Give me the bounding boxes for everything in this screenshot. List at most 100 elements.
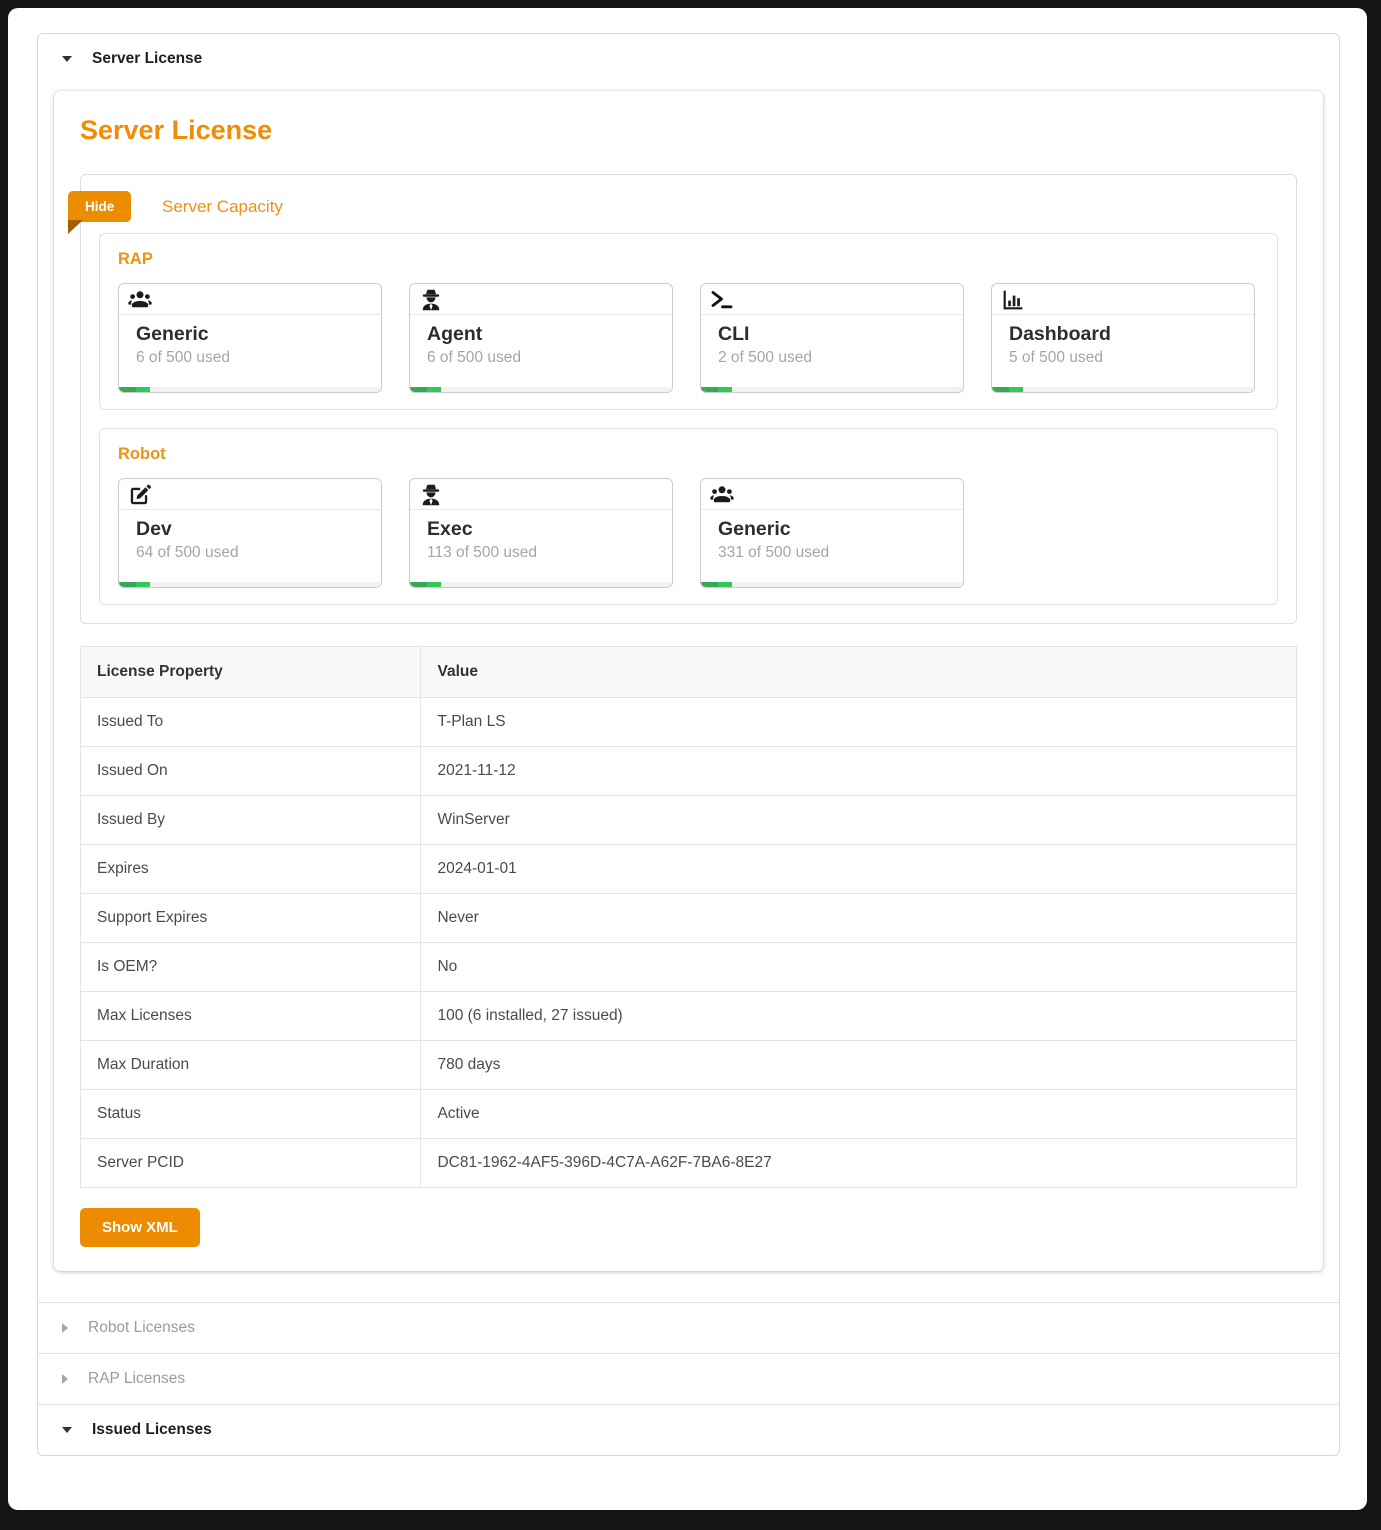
progress-track	[119, 582, 381, 587]
progress-fill	[410, 582, 441, 587]
table-row: Expires 2024-01-01	[81, 845, 1297, 894]
property-cell: Max Duration	[81, 1041, 421, 1090]
card-body: Generic 6 of 500 used	[119, 315, 381, 367]
value-cell: No	[421, 943, 1297, 992]
table-header-row: License Property Value	[81, 647, 1297, 698]
group-title: RAP	[118, 250, 1259, 269]
value-cell: Never	[421, 894, 1297, 943]
progress-track	[701, 387, 963, 392]
server-capacity-panel: Hide Server Capacity RAP	[80, 174, 1297, 624]
card-title: Agent	[427, 321, 655, 347]
progress-track	[410, 582, 672, 587]
capacity-card-rap-dashboard: Dashboard 5 of 500 used	[991, 283, 1255, 393]
capacity-card-robot-exec: Exec 113 of 500 used	[409, 478, 673, 588]
capacity-group-robot: Robot	[99, 428, 1278, 605]
capacity-group-rap: RAP	[99, 233, 1278, 410]
property-cell: Max Licenses	[81, 992, 421, 1041]
card-title: Exec	[427, 516, 655, 542]
accordion-header-issued-licenses[interactable]: Issued Licenses	[38, 1404, 1339, 1455]
capacity-card-rap-agent: Agent 6 of 500 used	[409, 283, 673, 393]
card-usage: 64 of 500 used	[136, 544, 364, 562]
page-title: Server License	[80, 115, 1297, 146]
card-usage: 5 of 500 used	[1009, 349, 1237, 367]
icon-strip	[701, 479, 963, 510]
property-cell: Support Expires	[81, 894, 421, 943]
value-cell: WinServer	[421, 796, 1297, 845]
cards-row: Dev 64 of 500 used	[118, 478, 1259, 588]
users-icon	[128, 288, 152, 312]
property-cell: Expires	[81, 845, 421, 894]
progress-fill	[992, 387, 1023, 392]
edit-icon	[128, 483, 152, 507]
value-cell: 2021-11-12	[421, 747, 1297, 796]
chart-icon	[1001, 288, 1025, 312]
accordion-header-rap-licenses[interactable]: RAP Licenses	[38, 1353, 1339, 1404]
show-xml-button[interactable]: Show XML	[80, 1208, 200, 1247]
icon-strip	[119, 479, 381, 510]
ribbon-tail	[68, 220, 83, 234]
property-cell: Is OEM?	[81, 943, 421, 992]
property-cell: Status	[81, 1090, 421, 1139]
table-row: Max Duration 780 days	[81, 1041, 1297, 1090]
table-row: Status Active	[81, 1090, 1297, 1139]
card-usage: 6 of 500 used	[136, 349, 364, 367]
capacity-card-rap-cli: CLI 2 of 500 used	[700, 283, 964, 393]
icon-strip	[701, 284, 963, 315]
card-body: Generic 331 of 500 used	[701, 510, 963, 562]
progress-track	[701, 582, 963, 587]
card-body: Dashboard 5 of 500 used	[992, 315, 1254, 367]
group-title: Robot	[118, 445, 1259, 464]
property-cell: Issued To	[81, 698, 421, 747]
accordion-header-label: Server License	[92, 50, 202, 68]
caret-right-icon	[62, 1323, 68, 1333]
accordion-header-robot-licenses[interactable]: Robot Licenses	[38, 1302, 1339, 1353]
icon-strip	[410, 284, 672, 315]
license-property-table: License Property Value Issued To T-Plan …	[80, 646, 1297, 1188]
card-title: Dashboard	[1009, 321, 1237, 347]
column-header-value: Value	[421, 647, 1297, 698]
property-cell: Issued By	[81, 796, 421, 845]
card-title: Generic	[718, 516, 946, 542]
hide-button[interactable]: Hide	[68, 191, 131, 222]
progress-fill	[119, 387, 150, 392]
users-icon	[710, 483, 734, 507]
caret-right-icon	[62, 1374, 68, 1384]
value-cell: DC81-1962-4AF5-396D-4C7A-A62F-7BA6-8E27	[421, 1139, 1297, 1188]
accordion-header-server-license[interactable]: Server License	[38, 34, 1339, 84]
cards-row: Generic 6 of 500 used	[118, 283, 1259, 393]
table-row: Support Expires Never	[81, 894, 1297, 943]
progress-fill	[701, 387, 732, 392]
capacity-card-rap-generic: Generic 6 of 500 used	[118, 283, 382, 393]
value-cell: 100 (6 installed, 27 issued)	[421, 992, 1297, 1041]
accordion-header-label: RAP Licenses	[88, 1370, 185, 1388]
table-row: Is OEM? No	[81, 943, 1297, 992]
icon-strip	[992, 284, 1254, 315]
card-usage: 2 of 500 used	[718, 349, 946, 367]
card-title: CLI	[718, 321, 946, 347]
server-license-card: Server License Hide Server Capacity RAP	[54, 91, 1323, 1271]
card-body: Dev 64 of 500 used	[119, 510, 381, 562]
progress-track	[992, 387, 1254, 392]
server-license-section: Server License Hide Server Capacity RAP	[38, 84, 1339, 1302]
card-usage: 331 of 500 used	[718, 544, 946, 562]
caret-down-icon	[62, 1427, 72, 1433]
column-header-license-property: License Property	[81, 647, 421, 698]
table-row: Max Licenses 100 (6 installed, 27 issued…	[81, 992, 1297, 1041]
table-row: Issued To T-Plan LS	[81, 698, 1297, 747]
terminal-icon	[710, 288, 734, 312]
caret-down-icon	[62, 56, 72, 62]
progress-track	[410, 387, 672, 392]
value-cell: Active	[421, 1090, 1297, 1139]
server-capacity-title: Server Capacity	[162, 197, 283, 217]
card-usage: 113 of 500 used	[427, 544, 655, 562]
card-body: CLI 2 of 500 used	[701, 315, 963, 367]
property-cell: Server PCID	[81, 1139, 421, 1188]
icon-strip	[410, 479, 672, 510]
card-title: Dev	[136, 516, 364, 542]
card-body: Agent 6 of 500 used	[410, 315, 672, 367]
page: Server License Server License Hide Serve…	[8, 8, 1367, 1510]
card-body: Exec 113 of 500 used	[410, 510, 672, 562]
value-cell: 2024-01-01	[421, 845, 1297, 894]
spy-icon	[419, 288, 443, 312]
card-title: Generic	[136, 321, 364, 347]
